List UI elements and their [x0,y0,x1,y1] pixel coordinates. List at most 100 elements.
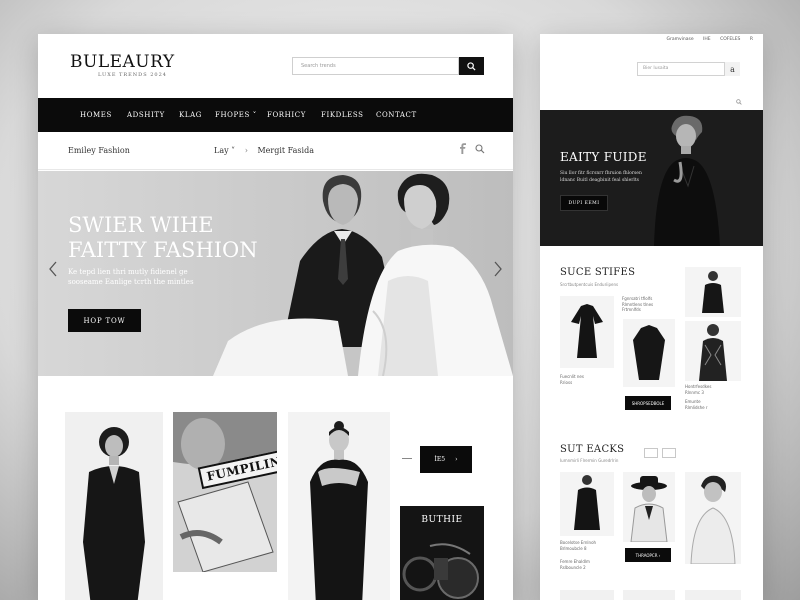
hero-subtitle: Ke tepd lien thri mutly fidienel ge soos… [68,267,238,287]
coat-photo [623,319,675,387]
model-photo [685,472,741,564]
model-photo [65,412,163,600]
search-icon[interactable] [475,144,485,154]
hero-banner: SWIER WIHE FAITTY FASHION Ke tepd lien t… [38,171,513,376]
breadcrumb-item[interactable]: Lay [214,146,229,155]
nav-item-klag[interactable]: KLAG [179,111,202,119]
product-card[interactable] [685,590,741,600]
nav-item-contact[interactable]: CONTACT [376,111,417,119]
caption-line: Rlmlidshe r [685,404,708,410]
site-logo[interactable]: BULEAURY [70,52,175,72]
caption-line: Femre Ehaldlm [560,559,590,564]
breadcrumb: Lay ˅ › Mergit Fasida [214,146,314,155]
caption-line: Rlnnmc 3 [685,389,704,395]
product-card[interactable] [65,412,163,600]
caption-line: Hontrfesdkes [685,384,712,389]
section-title: SUCE STIFES [560,267,636,278]
search-button[interactable]: a [725,62,740,76]
list-view-icon[interactable] [662,448,676,458]
caption-line: Brlmoubcle 8 [560,545,587,551]
hero-subtitle-line: Ke tepd lien thri mutly fidienel ge [68,268,188,276]
product-caption: Femre Ehaldlm Rslbouncle 2 [560,559,590,570]
hero-subtitle-line: Siu llor fitr ficrsnrr fhruion fhlorsen [560,171,642,176]
product-card[interactable]: FUMPILIN [173,412,277,572]
nav-item-forhicy[interactable]: FORHICY [267,111,306,119]
product-caption: Fgnrsatri tfiolfs Rlmntlens tlnes Frtmnl… [622,296,653,313]
section-subtitle: Iumnmirli Flrermin Guredrlrin [560,458,619,463]
site-header: BULEAURY LUXE TRENDS 2024 Search trends [38,34,513,98]
hero-title-line: SWIER WIHE [68,213,214,237]
product-card[interactable] [623,472,675,542]
hero-subtitle-line: sooseame Eanlige tcrth the mintles [68,278,194,286]
chevron-right-icon[interactable] [493,261,503,277]
main-nav: HOMES ADSHITY KLAG FHOPES ˅ FORHICY FIKD… [38,98,513,132]
caption-line: Frtmnlfds [622,307,641,312]
caption-line: Bocelotse Ernlnoh [560,540,597,545]
divider-line [402,458,412,459]
featured-dark-card[interactable]: BUTHIE [400,506,484,600]
nav-item-fhopes[interactable]: FHOPES ˅ [215,111,257,119]
chevron-right-icon: › [455,456,458,463]
product-card[interactable] [623,319,675,387]
section-subtitle: Srcrtbutpentcuis Enduriipens [560,282,619,287]
breadcrumb-separator: › [244,146,248,155]
breadcrumb-bar: Emiley Fashion Lay ˅ › Mergit Fasida [38,132,513,170]
search-icon [467,61,476,71]
product-caption: Bocelotse Ernlnoh Brlmoubcle 8 [560,540,596,551]
product-card[interactable] [288,412,390,600]
utility-link[interactable]: Gramvinase [667,37,694,42]
utility-link[interactable]: COFELES [720,37,740,42]
hero-banner: EAITY FUIDE Siu llor fitr ficrsnrr fhrui… [540,110,763,246]
product-caption: Hontrfesdkes Rlnnmc 3 [685,384,711,395]
caption-line: Rrioss [560,379,573,385]
dress-photo [560,472,614,536]
search-icon[interactable] [736,99,742,105]
product-card[interactable] [685,267,741,317]
shop-button[interactable]: THRAOPCR › [625,548,671,562]
product-card[interactable] [560,472,614,536]
caption-line: Fuecnlit nes [560,374,584,379]
product-card[interactable] [685,472,741,564]
nav-item-adshity[interactable]: ADSHITY [127,111,165,119]
accessories-photo [402,543,479,599]
dress-photo [560,296,614,368]
product-card[interactable] [560,590,614,600]
carousel-next-button[interactable]: İE5 › [420,446,472,473]
hero-title: SWIER WIHE FAITTY FASHION [68,213,278,263]
utility-link[interactable]: IHE [703,37,711,42]
section-title: SUT EACKS [560,444,625,455]
model-photo [685,321,741,381]
product-grid: FUMPILIN İE5 › BUTHIE [38,376,513,600]
carousel-button-label: İE5 [434,456,446,463]
utility-link[interactable]: R [750,37,753,42]
product-caption: Fuecnlit nes Rrioss [560,374,584,385]
breadcrumb-home[interactable]: Emiley Fashion [68,146,130,155]
shop-button[interactable]: SHROPSEDBOLE [625,396,671,410]
hero-title: EAITY FUIDE [560,150,647,164]
facebook-icon[interactable] [459,143,467,155]
nav-item-homes[interactable]: HOMES [80,111,112,119]
main-page-mockup: BULEAURY LUXE TRENDS 2024 Search trends … [38,34,513,600]
nav-item-fikdless[interactable]: FIKDLESS [321,111,364,119]
search-input[interactable]: Search trends [292,57,459,75]
hero-subtitle: Siu llor fitr ficrsnrr fhruion fhlorsen … [560,170,650,184]
hero-title-line: FAITTY FASHION [68,238,258,262]
hero-cta-button[interactable]: DUPI EEMI [560,195,608,211]
chevron-left-icon[interactable] [48,261,58,277]
model-photo [288,412,390,600]
product-card[interactable] [623,590,675,600]
search-input[interactable]: Bier Iusaita [637,62,725,76]
product-caption: Emunte Rlmlidshe r [685,399,708,410]
caption-line: Fgnrsatri tfiolfs [622,296,653,301]
model-hat-photo [623,472,675,542]
caption-line: Rslbouncle 2 [560,564,586,570]
site-tagline: LUXE TRENDS 2024 [98,72,167,78]
chevron-down-icon[interactable]: ˅ [231,146,235,155]
hero-subtitle-line: ldnanc Buitl deagbinit feal shlerlts [560,178,639,183]
search-button[interactable] [459,57,484,75]
product-card[interactable] [560,296,614,368]
grid-view-icon[interactable] [644,448,658,458]
product-card[interactable] [685,321,741,381]
shop-now-button[interactable]: HOP TOW [68,309,141,332]
dress-photo [685,267,741,317]
